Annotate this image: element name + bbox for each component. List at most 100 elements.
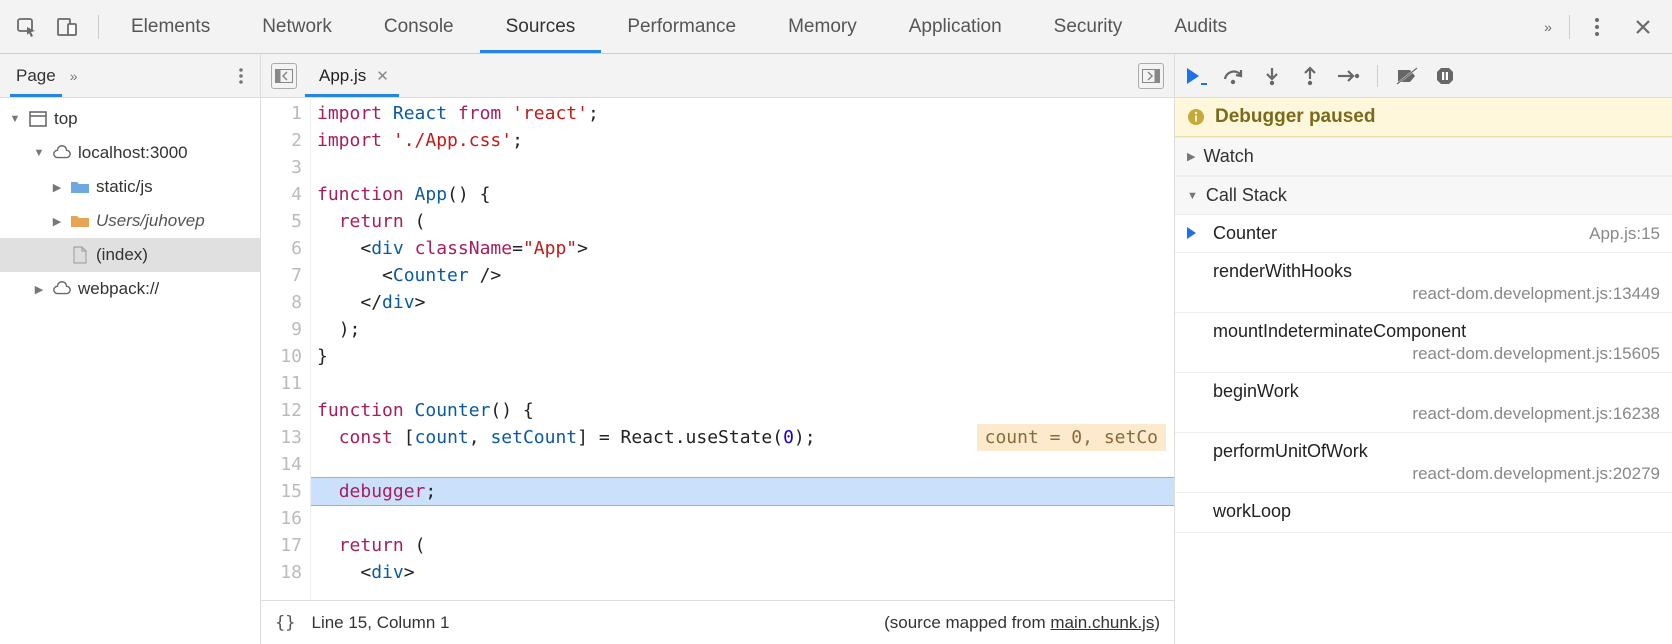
line-number[interactable]: 13 — [261, 424, 310, 451]
kebab-menu-icon[interactable] — [1582, 12, 1612, 42]
more-tabs-icon[interactable]: » — [1533, 12, 1563, 42]
code-line[interactable]: <Counter /> — [311, 262, 1174, 289]
line-number[interactable]: 17 — [261, 532, 310, 559]
tab-memory[interactable]: Memory — [762, 0, 883, 53]
line-number[interactable]: 18 — [261, 559, 310, 586]
code-line[interactable]: <div className="App"> — [311, 235, 1174, 262]
frame-location: App.js:15 — [1589, 224, 1660, 244]
code-line[interactable]: <div> — [311, 559, 1174, 586]
chevron-right-icon: ▶ — [32, 283, 46, 296]
stack-frame[interactable]: CounterApp.js:15 — [1175, 215, 1672, 253]
code-line[interactable]: const [count, setCount] = React.useState… — [311, 424, 1174, 451]
tab-sources[interactable]: Sources — [480, 0, 602, 53]
close-devtools-icon[interactable] — [1628, 12, 1658, 42]
line-number[interactable]: 5 — [261, 208, 310, 235]
navigator-kebab-icon[interactable] — [232, 67, 250, 85]
code-line[interactable]: import React from 'react'; — [311, 100, 1174, 127]
code-content[interactable]: import React from 'react';import './App.… — [311, 98, 1174, 600]
stack-frame[interactable]: mountIndeterminateComponentreact-dom.dev… — [1175, 313, 1672, 373]
step-icon[interactable] — [1335, 63, 1361, 89]
page-navigator: Page » ▼top▼localhost:3000▶static/js▶Use… — [0, 54, 261, 644]
line-number[interactable]: 10 — [261, 343, 310, 370]
tab-performance[interactable]: Performance — [601, 0, 762, 53]
code-line[interactable]: import './App.css'; — [311, 127, 1174, 154]
line-number[interactable]: 1 — [261, 100, 310, 127]
tab-security[interactable]: Security — [1028, 0, 1149, 53]
pause-on-exceptions-icon[interactable] — [1432, 63, 1458, 89]
line-number[interactable]: 4 — [261, 181, 310, 208]
editor-tabbar: App.js ✕ — [261, 54, 1174, 98]
tree-item-webpack[interactable]: ▶ webpack:// — [0, 272, 260, 306]
tree-item-label: top — [54, 109, 78, 129]
line-number[interactable]: 11 — [261, 370, 310, 397]
code-line[interactable] — [311, 505, 1174, 532]
window-icon — [28, 109, 48, 129]
tree-item-host[interactable]: ▼localhost:3000 — [0, 136, 260, 170]
line-number[interactable]: 8 — [261, 289, 310, 316]
toggle-debugger-icon[interactable] — [1138, 63, 1164, 89]
tab-console[interactable]: Console — [358, 0, 480, 53]
stack-frame[interactable]: performUnitOfWorkreact-dom.development.j… — [1175, 433, 1672, 493]
folder-orange-icon — [70, 211, 90, 231]
line-number[interactable]: 7 — [261, 262, 310, 289]
code-line[interactable] — [311, 370, 1174, 397]
stack-frame[interactable]: beginWorkreact-dom.development.js:16238 — [1175, 373, 1672, 433]
gutter: 123456789101112131415161718 — [261, 98, 311, 600]
tab-application[interactable]: Application — [883, 0, 1028, 53]
navigator-header: Page » — [0, 54, 260, 98]
code-line[interactable]: ); — [311, 316, 1174, 343]
tab-elements[interactable]: Elements — [105, 0, 236, 53]
banner-text: Debugger paused — [1215, 106, 1375, 128]
line-number[interactable]: 3 — [261, 154, 310, 181]
code-line[interactable]: } — [311, 343, 1174, 370]
navigator-more-icon[interactable]: » — [70, 68, 78, 84]
code-line[interactable]: </div> — [311, 289, 1174, 316]
tree-item-static[interactable]: ▶static/js — [0, 170, 260, 204]
deactivate-breakpoints-icon[interactable] — [1394, 63, 1420, 89]
step-over-icon[interactable] — [1221, 63, 1247, 89]
frame-function: performUnitOfWork — [1213, 441, 1660, 462]
device-mode-icon[interactable] — [52, 12, 82, 42]
tree-item-label: webpack:// — [78, 279, 159, 299]
code-line[interactable] — [311, 154, 1174, 181]
toggle-navigator-icon[interactable] — [271, 63, 297, 89]
editor-tab-appjs[interactable]: App.js ✕ — [305, 54, 399, 97]
code-editor[interactable]: 123456789101112131415161718 import React… — [261, 98, 1174, 600]
navigator-tab-page[interactable]: Page — [10, 54, 62, 97]
line-number[interactable]: 2 — [261, 127, 310, 154]
line-number[interactable]: 16 — [261, 505, 310, 532]
line-number[interactable]: 14 — [261, 451, 310, 478]
frame-function: beginWork — [1213, 381, 1660, 402]
code-line[interactable]: debugger; — [311, 478, 1174, 505]
step-out-icon[interactable] — [1297, 63, 1323, 89]
line-number[interactable]: 9 — [261, 316, 310, 343]
code-line[interactable]: function App() { — [311, 181, 1174, 208]
tab-audits[interactable]: Audits — [1148, 0, 1253, 53]
tree-item-users[interactable]: ▶Users/juhovep — [0, 204, 260, 238]
tree-item-index[interactable]: (index) — [0, 238, 260, 272]
callstack-section-header[interactable]: ▼ Call Stack — [1175, 176, 1672, 215]
tree-item-top[interactable]: ▼top — [0, 102, 260, 136]
line-number[interactable]: 6 — [261, 235, 310, 262]
step-into-icon[interactable] — [1259, 63, 1285, 89]
frame-location: react-dom.development.js:13449 — [1213, 284, 1660, 304]
source-map-link[interactable]: main.chunk.js — [1050, 613, 1154, 632]
main-layout: Page » ▼top▼localhost:3000▶static/js▶Use… — [0, 54, 1672, 644]
tab-network[interactable]: Network — [236, 0, 358, 53]
devtools-topbar: ElementsNetworkConsoleSourcesPerformance… — [0, 0, 1672, 54]
code-line[interactable]: function Counter() { — [311, 397, 1174, 424]
line-number[interactable]: 15 — [261, 478, 310, 505]
tree-item-label: localhost:3000 — [78, 143, 188, 163]
stack-frame[interactable]: renderWithHooksreact-dom.development.js:… — [1175, 253, 1672, 313]
cursor-position: Line 15, Column 1 — [311, 613, 449, 633]
code-line[interactable] — [311, 451, 1174, 478]
line-number[interactable]: 12 — [261, 397, 310, 424]
element-picker-icon[interactable] — [12, 12, 42, 42]
watch-section-header[interactable]: ▶ Watch — [1175, 137, 1672, 176]
stack-frame[interactable]: workLoop — [1175, 493, 1672, 533]
code-line[interactable]: return ( — [311, 532, 1174, 559]
close-tab-icon[interactable]: ✕ — [376, 67, 389, 85]
code-line[interactable]: return ( — [311, 208, 1174, 235]
resume-icon[interactable] — [1183, 63, 1209, 89]
pretty-print-icon[interactable]: {} — [275, 613, 295, 633]
